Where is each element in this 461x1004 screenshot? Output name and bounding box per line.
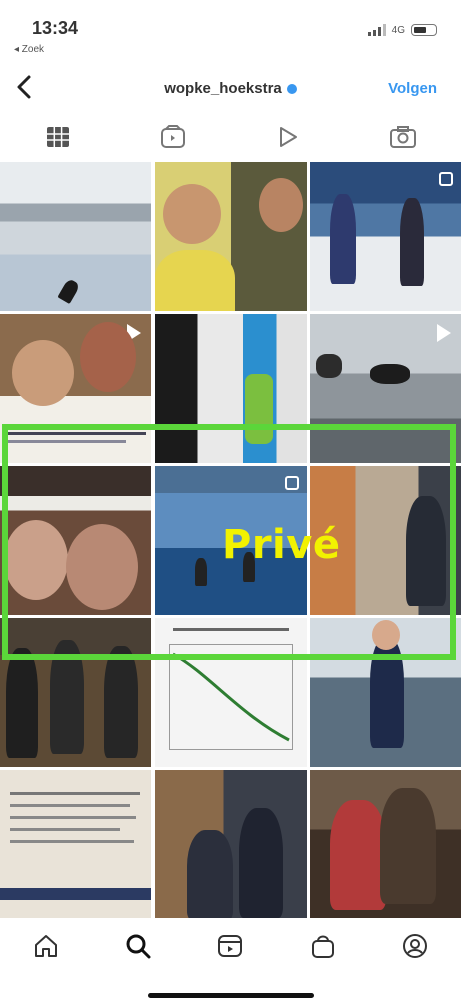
post-tile[interactable] — [154, 770, 307, 918]
signal-icon — [367, 24, 386, 36]
status-time: 13:34 — [32, 18, 79, 38]
guides-icon[interactable] — [153, 117, 193, 157]
grid-icon[interactable] — [38, 117, 78, 157]
post-tile[interactable] — [310, 162, 461, 311]
username-text: wopke_hoekstra — [164, 80, 282, 97]
reels-play-icon[interactable] — [268, 117, 308, 157]
video-play-icon — [437, 324, 451, 342]
reels-icon[interactable] — [208, 924, 252, 968]
post-tile[interactable] — [0, 162, 151, 311]
profile-icon[interactable] — [393, 924, 437, 968]
post-tile[interactable] — [154, 162, 307, 311]
post-tile[interactable] — [310, 770, 461, 918]
post-tile[interactable] — [0, 466, 151, 615]
profile-tabs — [0, 112, 461, 162]
post-tile[interactable] — [310, 618, 461, 767]
bottom-navigation — [0, 918, 461, 974]
home-indicator[interactable] — [148, 993, 314, 998]
post-tile[interactable] — [310, 314, 461, 463]
home-icon[interactable] — [24, 924, 68, 968]
search-icon[interactable] — [116, 924, 160, 968]
tagged-icon[interactable] — [383, 117, 423, 157]
post-tile[interactable] — [154, 314, 307, 463]
carousel-icon — [439, 172, 453, 186]
verified-badge-icon — [286, 84, 297, 95]
network-type: 4G — [391, 24, 405, 36]
status-indicators: 4G — [367, 24, 437, 36]
shop-icon[interactable] — [301, 924, 345, 968]
carousel-icon — [284, 476, 299, 490]
back-to-app-link[interactable]: ◂ Zoek — [14, 44, 44, 55]
post-tile[interactable] — [0, 314, 151, 463]
profile-header: wopke_hoekstra Volgen — [0, 68, 461, 112]
battery-icon — [411, 24, 437, 36]
post-tile[interactable] — [154, 618, 307, 767]
post-tile[interactable] — [0, 770, 151, 918]
private-label: Privé — [222, 522, 341, 568]
post-tile[interactable] — [0, 618, 151, 767]
follow-button[interactable]: Volgen — [388, 80, 437, 97]
status-bar: 13:34 ◂ Zoek 4G — [0, 0, 461, 68]
